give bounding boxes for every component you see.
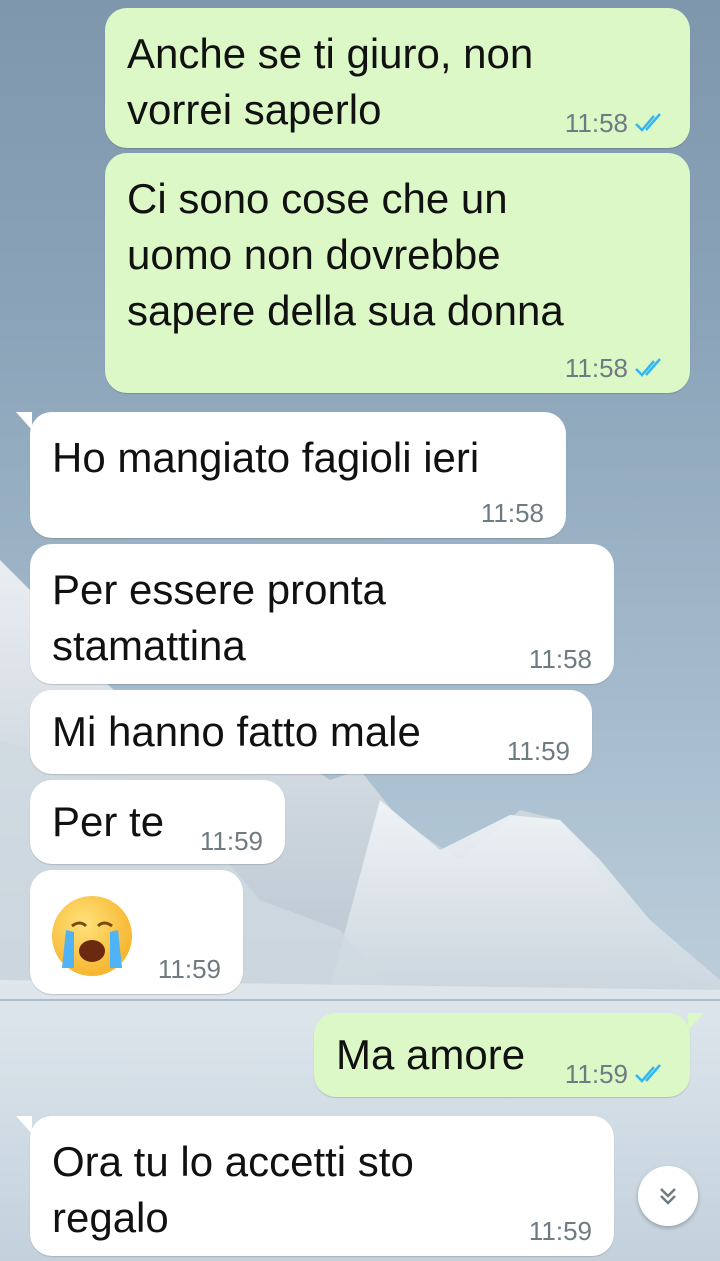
message-text: Ora tu lo accetti sto regalo (52, 1138, 414, 1241)
message-meta: 11:58 (529, 644, 592, 674)
double-check-read-icon (635, 358, 661, 377)
message-incoming[interactable]: Per te 11:59 (30, 780, 285, 864)
scroll-to-bottom-button[interactable] (638, 1166, 698, 1226)
message-time: 11:59 (199, 826, 263, 856)
message-meta: 11:58 (565, 353, 668, 383)
message-meta: 11:58 (481, 498, 544, 528)
message-text: Ho mangiato fagioli ieri (52, 434, 480, 481)
message-incoming[interactable]: Ho mangiato fagioli ieri 11:58 (16, 412, 566, 538)
message-incoming[interactable]: Per essere pronta stamattina 11:58 (30, 544, 614, 684)
message-meta: 11:59 (158, 954, 221, 984)
message-meta: 11:59 (200, 826, 263, 856)
message-meta: 11:59 (507, 736, 570, 766)
message-time: 11:59 (528, 1216, 592, 1246)
message-incoming[interactable]: Ora tu lo accetti sto regalo 11:59 (16, 1116, 614, 1256)
double-chevron-down-icon (660, 1188, 676, 1205)
message-incoming[interactable]: Mi hanno fatto male 11:59 (30, 690, 592, 774)
double-check-read-icon (635, 113, 661, 132)
message-time: 11:58 (564, 353, 628, 383)
bubble-tail (16, 412, 32, 430)
bubble-tail (688, 1013, 704, 1031)
message-time: 11:59 (506, 736, 570, 766)
bubble-tail (16, 1116, 32, 1134)
message-outgoing[interactable]: Ci sono cose che un uomo non dovrebbe sa… (105, 153, 690, 393)
double-check-read-icon (635, 1064, 661, 1083)
message-meta: 11:58 (565, 108, 668, 138)
message-text: Ci sono cose che un uomo non dovrebbe sa… (127, 175, 564, 334)
message-outgoing[interactable]: Ma amore 11:59 (314, 1013, 704, 1097)
message-text: Mi hanno fatto male (52, 708, 421, 755)
message-time: 11:59 (564, 1059, 628, 1089)
message-time: 11:58 (480, 498, 544, 528)
message-incoming[interactable]: 11:59 (30, 870, 243, 994)
message-time: 11:58 (528, 644, 592, 674)
message-meta: 11:59 (529, 1216, 592, 1246)
message-time: 11:59 (157, 954, 221, 984)
message-text: Per essere pronta stamattina (52, 566, 386, 669)
message-outgoing[interactable]: Anche se ti giuro, non vorrei saperlo 11… (105, 8, 690, 148)
loudly-crying-face-icon (52, 896, 132, 976)
message-time: 11:58 (564, 108, 628, 138)
message-meta: 11:59 (565, 1059, 668, 1089)
